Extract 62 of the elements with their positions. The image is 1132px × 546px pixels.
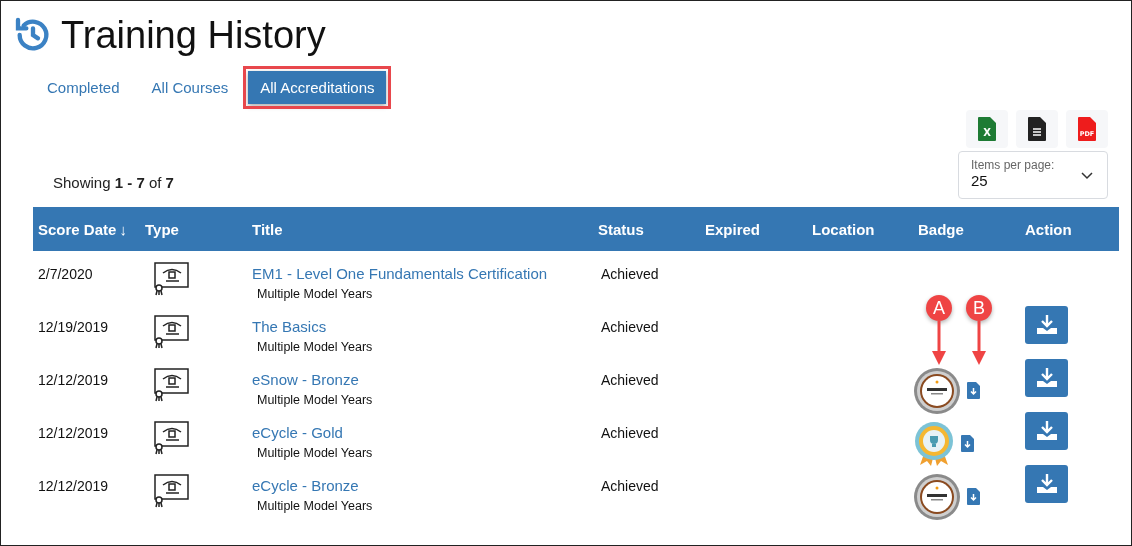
column-header[interactable]: Title <box>247 220 593 238</box>
download-icon <box>1034 314 1059 336</box>
model-years: Multiple Model Years <box>257 499 373 513</box>
download-icon <box>1034 420 1059 442</box>
model-years: Multiple Model Years <box>257 287 373 301</box>
column-header[interactable]: Badge <box>913 220 1020 238</box>
model-years: Multiple Model Years <box>257 393 373 407</box>
course-title-link[interactable]: eSnow - Bronze <box>252 371 359 388</box>
certificate-icon <box>152 367 190 403</box>
score-date: 2/7/2020 <box>38 266 93 282</box>
download-button[interactable] <box>1025 412 1068 450</box>
score-date: 12/12/2019 <box>38 372 109 388</box>
file-download-icon[interactable] <box>961 435 974 452</box>
file-download-icon[interactable] <box>967 488 980 505</box>
column-header[interactable]: Action <box>1020 220 1119 238</box>
status-text: Achieved <box>601 266 659 282</box>
column-header[interactable]: Type <box>140 220 247 238</box>
course-title-link[interactable]: The Basics <box>252 318 327 335</box>
column-header[interactable]: Location <box>807 220 913 238</box>
medal-icon <box>913 366 961 415</box>
excel-file-icon: X <box>978 117 996 141</box>
download-button[interactable] <box>1025 465 1068 503</box>
certificate-icon <box>152 261 190 297</box>
model-years: Multiple Model Years <box>257 340 373 354</box>
page-title: Training History <box>61 13 326 57</box>
items-per-page-select[interactable]: Items per page: 25 <box>958 151 1108 199</box>
status-text: Achieved <box>601 478 659 494</box>
medal-icon <box>913 472 961 521</box>
download-button[interactable] <box>1025 306 1068 344</box>
score-date: 12/12/2019 <box>38 425 109 441</box>
callout-marker: A <box>926 295 952 321</box>
download-button[interactable] <box>1025 359 1068 397</box>
column-header[interactable]: Status <box>593 220 700 238</box>
export-button[interactable]: X <box>966 110 1008 148</box>
export-button[interactable] <box>1016 110 1058 148</box>
course-title-link[interactable]: eCycle - Gold <box>252 424 343 441</box>
file-download-icon[interactable] <box>967 382 980 399</box>
download-icon <box>1034 367 1059 389</box>
tab[interactable]: Completed <box>35 71 132 104</box>
callout-marker: B <box>966 295 992 321</box>
status-text: Achieved <box>601 319 659 335</box>
certificate-icon <box>152 420 190 456</box>
showing-count: Showing 1 - 7 of 7 <box>53 174 174 193</box>
status-text: Achieved <box>601 425 659 441</box>
download-icon <box>1034 473 1059 495</box>
arrow-icon <box>932 321 946 365</box>
document-icon <box>1028 117 1046 141</box>
certificate-icon <box>152 314 190 350</box>
score-date: 12/12/2019 <box>38 478 109 494</box>
certificate-icon <box>152 473 190 509</box>
course-title-link[interactable]: EM1 - Level One Fundamentals Certification <box>252 265 548 282</box>
course-title-link[interactable]: eCycle - Bronze <box>252 477 359 494</box>
tab[interactable]: All Courses <box>139 71 241 104</box>
score-date: 12/19/2019 <box>38 319 109 335</box>
column-header[interactable]: Score Date ↓ <box>33 220 140 238</box>
model-years: Multiple Model Years <box>257 446 373 460</box>
chevron-down-icon <box>1081 172 1093 180</box>
arrow-icon <box>972 321 986 365</box>
status-text: Achieved <box>601 372 659 388</box>
rosette-icon <box>913 420 955 467</box>
column-header[interactable]: Expired <box>700 220 807 238</box>
sort-arrow-icon: ↓ <box>119 220 127 238</box>
